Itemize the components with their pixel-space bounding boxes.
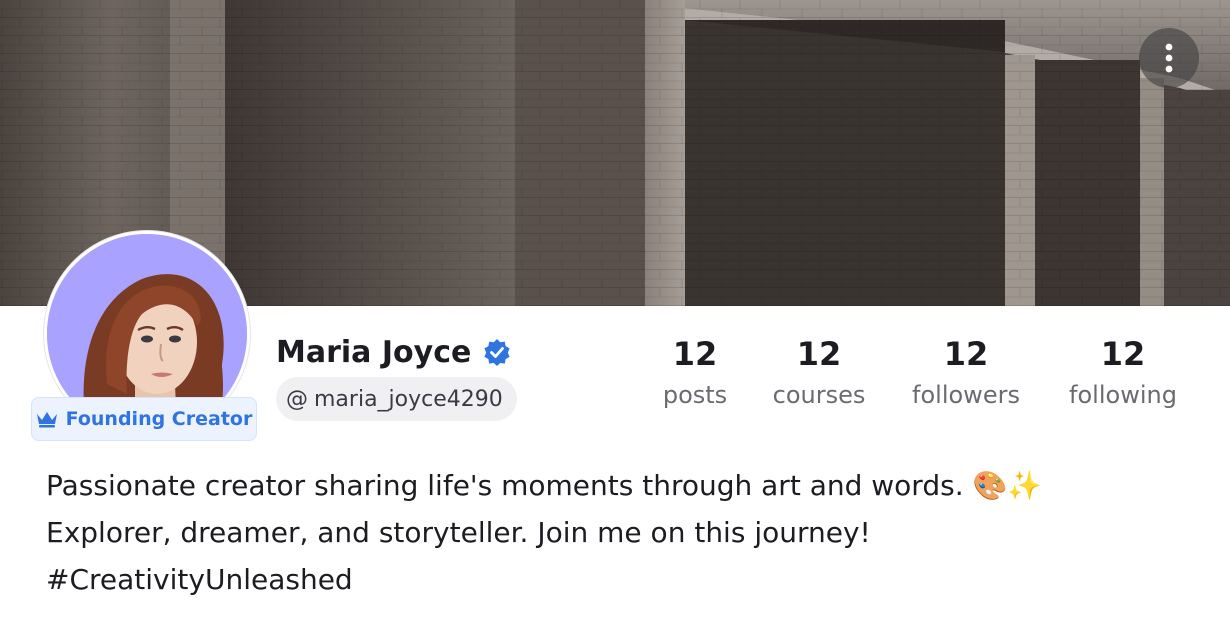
username-handle[interactable]: @ maria_joyce4290 [276, 377, 517, 421]
badge-label: Founding Creator [65, 408, 253, 430]
verified-badge-icon [483, 338, 511, 366]
stat-followers[interactable]: 12 followers [881, 334, 1051, 410]
stat-following[interactable]: 12 following [1038, 334, 1208, 410]
more-vertical-icon [1165, 43, 1173, 73]
handle-text: maria_joyce4290 [314, 386, 503, 412]
more-options-button[interactable] [1139, 28, 1199, 88]
stat-label: following [1069, 381, 1177, 409]
stat-label: followers [912, 381, 1020, 409]
crown-icon [36, 410, 58, 428]
stat-value: 12 [943, 335, 989, 373]
stat-value: 12 [796, 335, 842, 373]
profile-name-row: Maria Joyce [276, 330, 511, 374]
bio-hashtag[interactable]: #CreativityUnleashed [46, 556, 1196, 603]
bio-line: Explorer, dreamer, and storyteller. Join… [46, 516, 871, 549]
stat-value: 12 [1100, 335, 1146, 373]
profile-bio: Passionate creator sharing life's moment… [46, 462, 1196, 603]
bio-line: Passionate creator sharing life's moment… [46, 469, 1043, 502]
stat-label: courses [772, 381, 866, 409]
at-symbol: @ [286, 386, 308, 412]
profile-name: Maria Joyce [276, 334, 472, 370]
stat-courses[interactable]: 12 courses [734, 334, 904, 410]
founding-creator-badge: Founding Creator [31, 397, 257, 441]
